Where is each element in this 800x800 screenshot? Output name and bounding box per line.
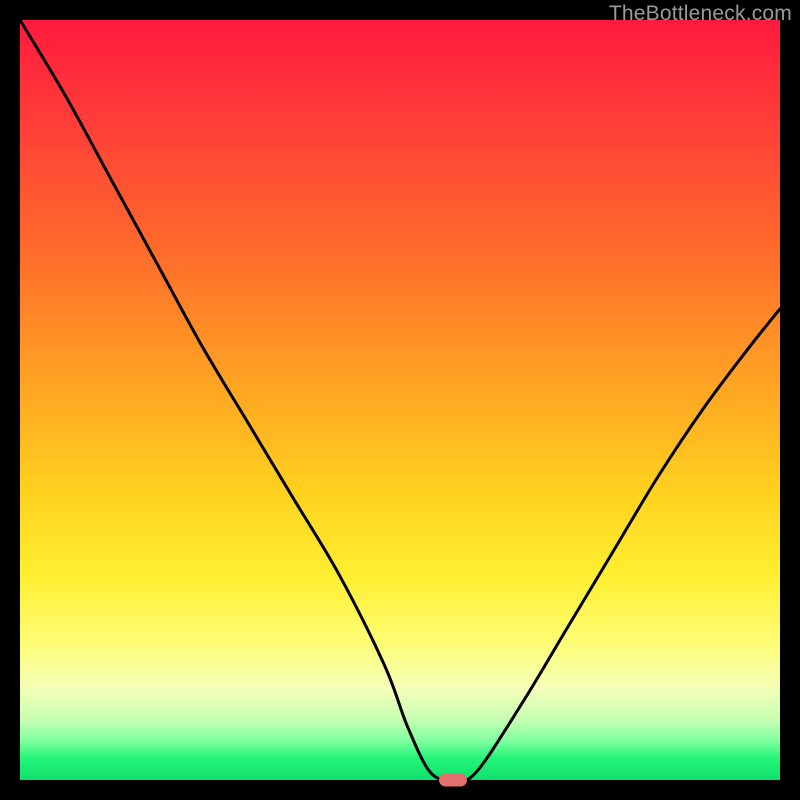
bottleneck-curve bbox=[20, 20, 780, 780]
plot-area bbox=[20, 20, 780, 780]
optimum-marker bbox=[439, 774, 467, 787]
curve-path bbox=[20, 20, 780, 781]
chart-frame: TheBottleneck.com bbox=[0, 0, 800, 800]
